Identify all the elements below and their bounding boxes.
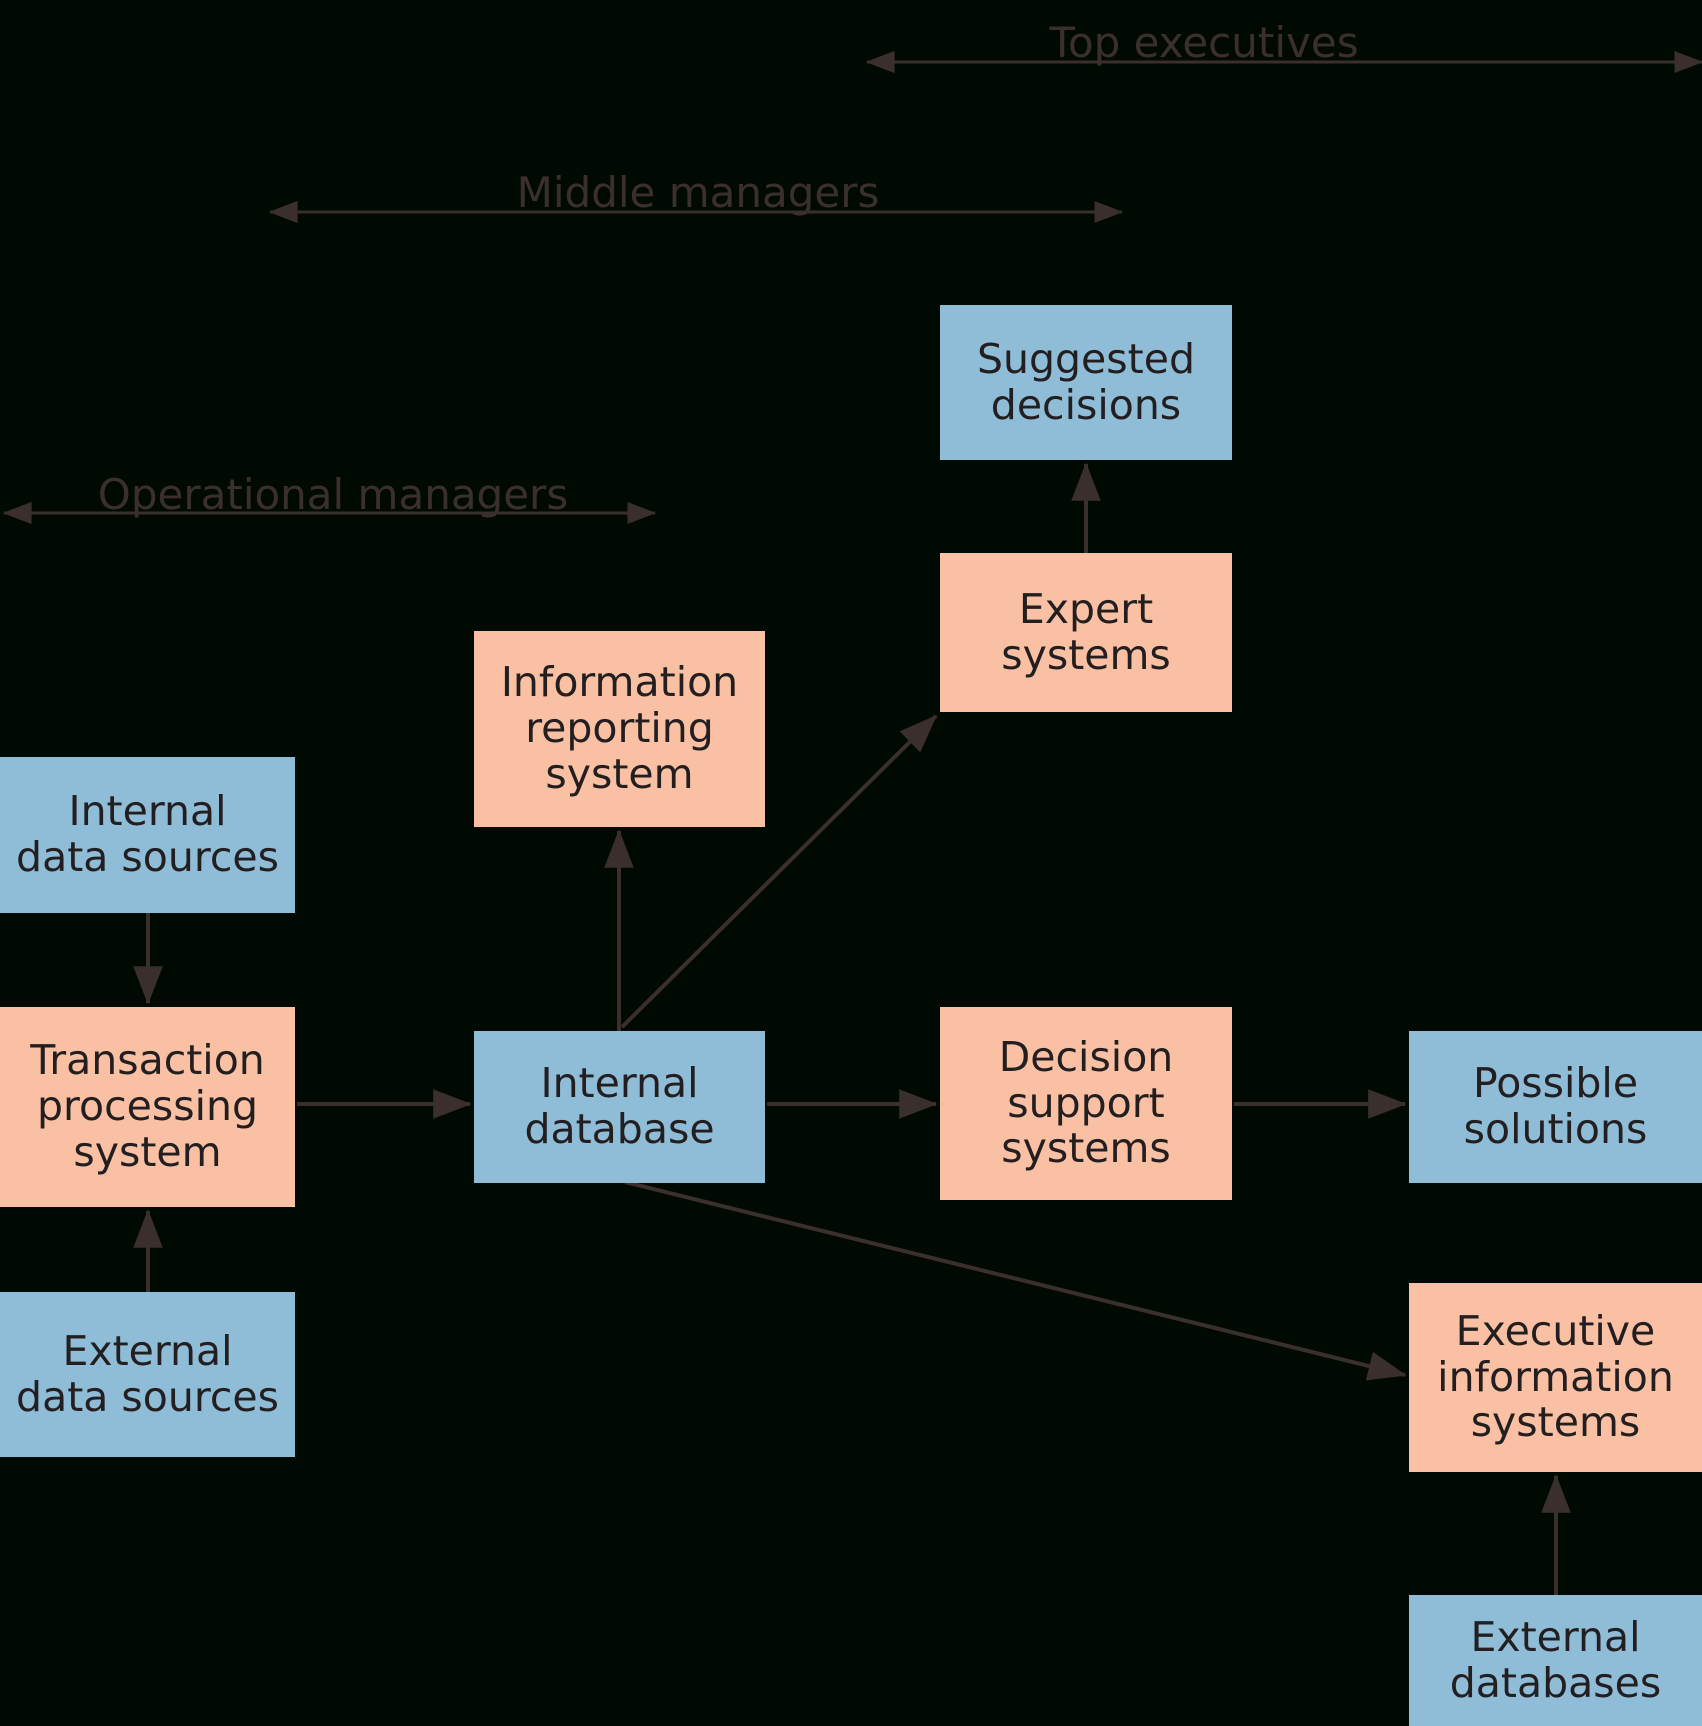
node-suggested-decisions[interactable]: Suggested decisions bbox=[940, 305, 1232, 460]
band-label-top-executives: Top executives bbox=[1049, 18, 1359, 67]
node-label: Possible solutions bbox=[1463, 1059, 1648, 1153]
node-label: External data sources bbox=[16, 1326, 279, 1421]
node-decision-support-systems[interactable]: Decision support systems bbox=[940, 1007, 1232, 1200]
flow-arrows bbox=[133, 462, 1571, 1595]
node-expert-systems[interactable]: Expert systems bbox=[940, 553, 1232, 712]
management-level-arrows bbox=[2, 50, 1702, 525]
node-transaction-processing-system[interactable]: Transaction processing system bbox=[0, 1007, 295, 1207]
node-label: Transaction processing system bbox=[30, 1036, 265, 1176]
node-label: Executive information systems bbox=[1437, 1306, 1674, 1447]
band-label-operational-managers: Operational managers bbox=[97, 470, 569, 519]
node-label: Internal data sources bbox=[16, 787, 279, 881]
node-label: Suggested decisions bbox=[977, 334, 1195, 429]
node-internal-data-sources[interactable]: Internal data sources bbox=[0, 757, 295, 913]
node-label: Expert systems bbox=[1001, 584, 1171, 679]
node-label: Internal database bbox=[524, 1059, 715, 1153]
diagram-canvas: Internal data sources Transaction process… bbox=[0, 0, 1702, 1726]
node-internal-database[interactable]: Internal database bbox=[474, 1031, 765, 1183]
node-executive-information-systems[interactable]: Executive information systems bbox=[1409, 1283, 1702, 1472]
node-external-databases[interactable]: External databases bbox=[1409, 1595, 1702, 1726]
edge-internal-database-to-eis bbox=[624, 1180, 1407, 1381]
node-information-reporting-system[interactable]: Information reporting system bbox=[474, 631, 765, 827]
node-label: External databases bbox=[1449, 1612, 1662, 1707]
node-label: Information reporting system bbox=[500, 658, 739, 798]
node-label: Decision support systems bbox=[998, 1032, 1174, 1173]
band-label-middle-managers: Middle managers bbox=[516, 168, 880, 217]
node-external-data-sources[interactable]: External data sources bbox=[0, 1292, 295, 1457]
node-possible-solutions[interactable]: Possible solutions bbox=[1409, 1031, 1702, 1183]
